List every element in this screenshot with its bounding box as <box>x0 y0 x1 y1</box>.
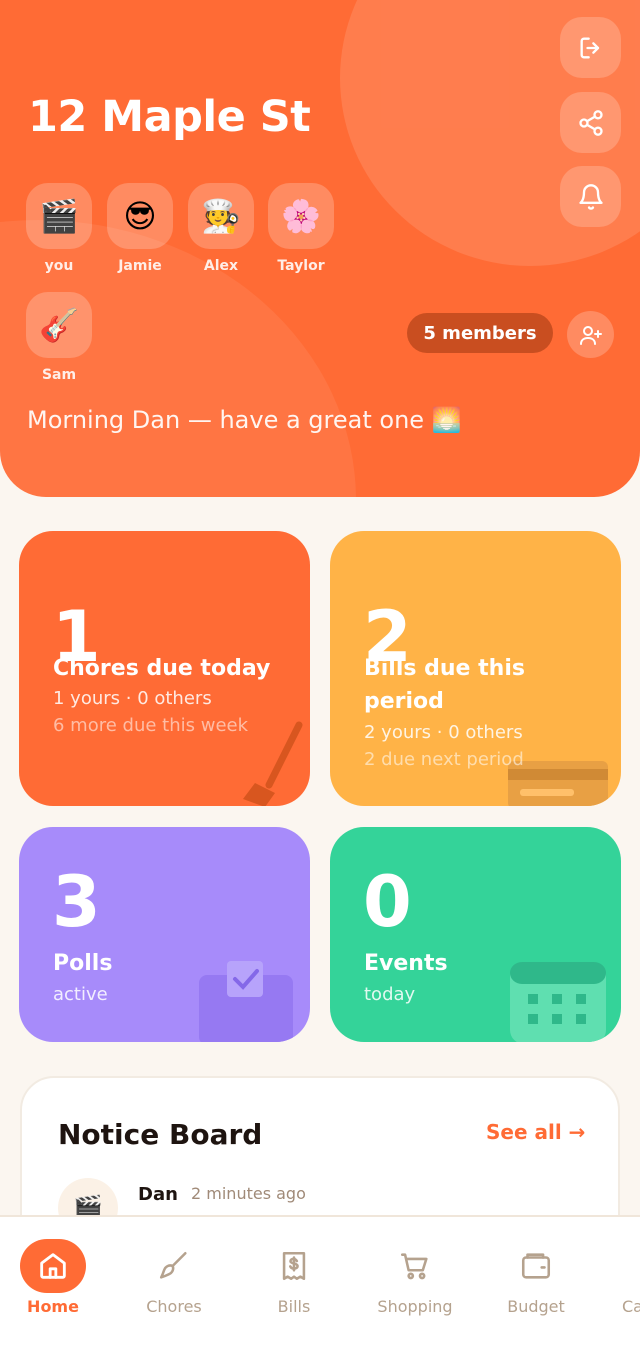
share-icon <box>578 109 603 136</box>
avatar: 🎬 <box>26 183 92 249</box>
brush-icon <box>159 1251 187 1279</box>
events-card[interactable]: 0 Events today <box>330 827 621 1042</box>
bottom-nav: Home Chores Bills Shopping Budget Ca <box>0 1215 640 1351</box>
notice-board-title: Notice Board <box>58 1118 263 1151</box>
logout-icon <box>580 37 599 58</box>
receipt-icon <box>282 1251 306 1281</box>
broom-icon <box>243 721 303 806</box>
calendar-icon <box>510 962 606 1042</box>
bills-label-line2: period <box>364 689 444 714</box>
add-member-button[interactable] <box>567 311 614 358</box>
events-label: Events <box>364 951 448 976</box>
nav-label: Chores <box>146 1297 202 1316</box>
polls-label: Polls <box>53 951 113 976</box>
polls-count: 3 <box>52 861 101 943</box>
nav-bills[interactable]: Bills <box>234 1217 354 1316</box>
nav-label: Home <box>27 1297 79 1316</box>
member-name: Taylor <box>277 258 325 274</box>
nav-chores[interactable]: Chores <box>114 1217 234 1316</box>
cart-icon <box>400 1253 428 1280</box>
greeting-text: Morning Dan — have a great one 🌅 <box>27 406 462 434</box>
notice-timestamp: 2 minutes ago <box>191 1184 306 1203</box>
avatar: 😎 <box>107 183 173 249</box>
ballot-box-icon <box>199 961 293 1042</box>
polls-card[interactable]: 3 Polls active <box>19 827 310 1042</box>
chores-label: Chores due today <box>53 656 271 681</box>
nav-label: Ca <box>622 1297 640 1316</box>
nav-calendar[interactable]: Ca <box>596 1217 640 1316</box>
share-button[interactable] <box>560 92 621 153</box>
member-alex[interactable]: 🧑‍🍳 Alex <box>187 183 255 274</box>
home-icon <box>40 1253 66 1279</box>
chores-detail: 1 yours · 0 others <box>53 688 212 709</box>
bell-icon <box>578 183 603 210</box>
events-detail: today <box>364 984 416 1005</box>
wallet-icon <box>521 1253 551 1279</box>
see-all-link[interactable]: See all → <box>486 1120 585 1144</box>
avatar: 🌸 <box>268 183 334 249</box>
avatar: 🎸 <box>26 292 92 358</box>
member-name: Jamie <box>118 258 162 274</box>
member-you[interactable]: 🎬 you <box>25 183 93 274</box>
polls-detail: active <box>53 984 108 1005</box>
member-jamie[interactable]: 😎 Jamie <box>106 183 174 274</box>
nav-label: Bills <box>277 1297 311 1316</box>
bills-card[interactable]: 2 Bills due this period 2 yours · 0 othe… <box>330 531 621 806</box>
notifications-button[interactable] <box>560 166 621 227</box>
nav-home[interactable]: Home <box>0 1217 113 1316</box>
page-title: 12 Maple St <box>28 92 311 142</box>
nav-budget[interactable]: Budget <box>476 1217 596 1316</box>
avatar: 🧑‍🍳 <box>188 183 254 249</box>
header: 12 Maple St 🎬 you 😎 Jamie 🧑‍🍳 Alex 🌸 Tay… <box>0 0 640 497</box>
nav-shopping[interactable]: Shopping <box>355 1217 475 1316</box>
member-taylor[interactable]: 🌸 Taylor <box>267 183 335 274</box>
members-count-badge[interactable]: 5 members <box>407 313 553 353</box>
member-name: you <box>44 258 74 274</box>
member-name: Alex <box>203 258 239 274</box>
bills-detail: 2 yours · 0 others <box>364 722 523 743</box>
events-count: 0 <box>363 861 412 943</box>
logout-button[interactable] <box>560 17 621 78</box>
chores-card[interactable]: 1 Chores due today 1 yours · 0 others 6 … <box>19 531 310 806</box>
add-user-icon <box>579 325 602 345</box>
bills-extra: 2 due next period <box>364 749 524 770</box>
member-sam[interactable]: 🎸 Sam <box>25 292 93 383</box>
notice-author: Dan <box>138 1184 178 1205</box>
bills-label-line1: Bills due this <box>364 656 525 681</box>
nav-label: Shopping <box>377 1297 453 1316</box>
nav-label: Budget <box>507 1297 565 1316</box>
member-name: Sam <box>41 367 77 383</box>
chores-extra: 6 more due this week <box>53 715 249 736</box>
